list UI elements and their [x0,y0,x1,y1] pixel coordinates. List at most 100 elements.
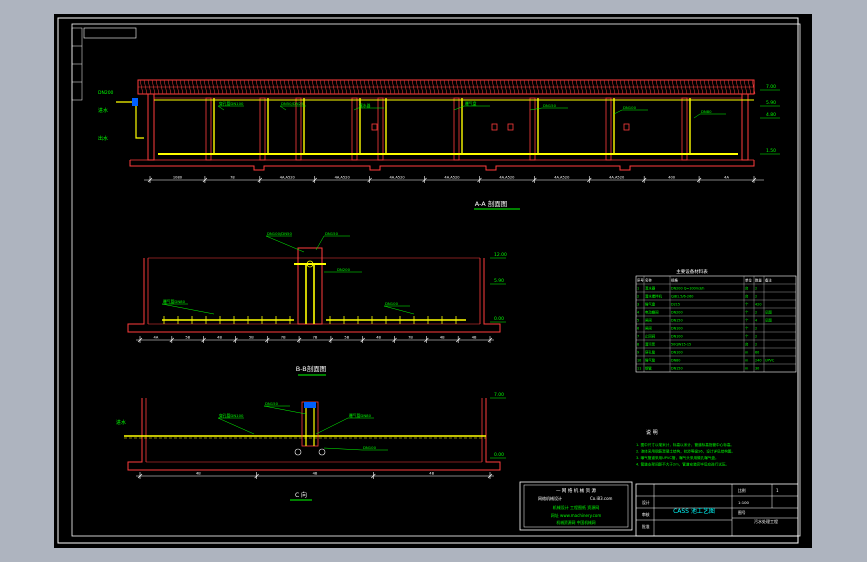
notes-line: 2. 池体采用钢筋混凝土结构，抗渗等级S6，设计详见结构图。 [636,449,735,454]
cad-viewport[interactable]: 1080 78 4A.A520 4A.A520 4A.A520 4A.A520 4A.A52… [54,14,812,548]
material-table-cell: UPVC [765,359,775,363]
stamp-line-3: Co.i83.com [590,496,613,501]
c-dim-label: 4B [429,472,434,476]
aa-partition [453,97,460,161]
tb-sheet-no: 1 [776,488,779,493]
material-table-cell: DN80 [671,359,680,363]
aa-level-2: 5.90 [766,100,776,106]
aa-callout: DN100 [623,105,637,110]
material-table-cell: 2 [755,343,757,347]
c-dim-label: 4B [313,472,318,476]
material-table-header: 单位 [745,278,752,283]
material-table-cell: 潜污泵 [645,342,656,347]
aa-partition [295,97,302,161]
aa-pipe-label: DN200 [98,90,114,96]
stamp-line-4: 机械设计 工程图纸 资源网 [553,504,600,510]
bb-dim-label: 4B [472,336,477,340]
bb-dim-label: 4B [440,336,445,340]
material-table-cell: 台 [745,286,749,291]
material-table-cell: DN200 [671,311,683,315]
aa-section-title: A-A 剖面图 [475,199,508,208]
bb-level-3: 0.00 [494,316,504,322]
material-table-header: 规格 [671,278,678,283]
bb-dim-label: 5B [344,336,349,340]
tb-approver: 批准 [642,524,650,529]
material-table-cell: 个 [745,326,749,331]
aa-callout: 曝气盘 [465,101,477,106]
material-table-cell: 个 [745,310,749,315]
stamp-line-2: 网络机械设计 [538,495,562,501]
aa-partition [351,97,358,161]
c-callout: 曝气管DN80 [349,413,372,418]
material-table-cell: 个 [745,334,749,339]
aa-dim-label: 1080 [173,176,183,180]
bb-callout: 曝气管DN80 [163,299,186,304]
material-table-cell: 闸阀 [645,326,652,331]
material-table-cell: 闸阀 [645,318,652,323]
c-callout: DN150 [265,401,279,406]
aa-level-4: 1.50 [766,148,776,154]
left-tab-strip [71,27,83,101]
material-table-cell: 台 [745,342,749,347]
aa-dim-label: 4A.A520 [390,176,406,180]
tb-checker: 审核 [642,512,650,517]
bb-dim-label: 7B [281,336,286,340]
material-table-cell: 见图 [765,319,772,323]
bb-level-2: 5.90 [494,278,504,284]
stamp-line-1: 一 网 络 机 械 资 源 [556,487,597,494]
aa-level-markers: 7.00 5.90 4.80 1.50 [760,84,780,155]
material-table-cell: 10 [637,359,641,363]
bb-callout: DN100 [385,301,399,306]
material-table-cell: 止回阀 [645,334,656,339]
material-table-cell: 7 [637,335,639,339]
bb-dim-label: 5B [185,336,190,340]
aa-partition [259,97,266,161]
notes-block: 说 明 1. 图中尺寸以毫米计，标高以米计，管道标高指管中心标高。 2. 池体采用… [636,429,735,467]
aa-dim-label: 4A.A520 [444,176,460,180]
tb-scale: 1:100 [738,500,750,505]
material-table-cell: m [745,351,749,355]
material-table-cell: 8 [637,343,639,347]
tb-sheet-label: 图号 [738,510,746,515]
aa-callout: DN150 [543,103,557,108]
material-table-cell: 滗水器 [645,286,656,291]
material-table-cell: 5 [637,319,639,323]
c-callout: DN100 [363,445,377,450]
material-table-cell: 2 [755,311,757,315]
material-table-cell: 潜水搅拌机 [645,294,663,299]
aa-inlet-valve [132,98,138,106]
aa-partition [205,97,212,161]
stamp-line-5: 网址 www.machinery.com [551,512,602,518]
aa-equipment-1 [371,123,378,131]
notes-line: 4. 管道支架间距不大于2m，管道安装完毕后应进行试压。 [636,462,729,467]
material-table-cell: 1 [637,287,639,291]
tb-project: CASS 池工艺图 [673,507,715,515]
aa-level-1: 7.00 [766,84,776,90]
cad-drawing: 1080 78 4A.A520 4A.A520 4A.A520 4A.A520 4A.A52… [57,17,801,544]
c-level-1: 7.00 [494,392,504,398]
bb-section: 4A 5B 4B 5B 7B 7B 5B 4B 7B 4B 4B DN100/DN50 DN150 曝气… [127,231,507,376]
material-table-cell: 个 [745,302,749,307]
bb-dim-label: 7B [313,336,318,340]
aa-dim-label: 4A.A520 [499,176,515,180]
bb-dim-label: 4A [154,336,159,340]
notes-title: 说 明 [646,429,658,436]
aa-bottom-slab [129,160,755,171]
corner-tag [83,27,137,39]
material-table-header: 名称 [645,278,652,283]
aa-equipment-2 [491,123,498,131]
aa-callout: DN50/DN25 [281,101,304,106]
material-table-cell: 台 [745,294,749,299]
aa-water-out-label: 出水 [98,135,108,142]
stamp-line-6: 机械资源网 中国机械网 [556,520,595,525]
material-table-cell: 2 [755,295,757,299]
material-table-cell: 钢管 [645,366,652,371]
c-water-label: 进水 [116,419,126,426]
aa-level-3: 4.80 [766,112,776,118]
aa-inlet-pipe [116,101,144,139]
bb-callout: DN150 [325,231,339,236]
title-block: CASS 池工艺图 污水处理工程 设计 审核 批准 比例 1:100 图号 1 [635,483,799,537]
material-table-cell: QJB1.5/6-260 [671,295,693,299]
material-table-cell: DN150 [671,319,683,323]
material-table-cell: 2 [637,295,639,299]
